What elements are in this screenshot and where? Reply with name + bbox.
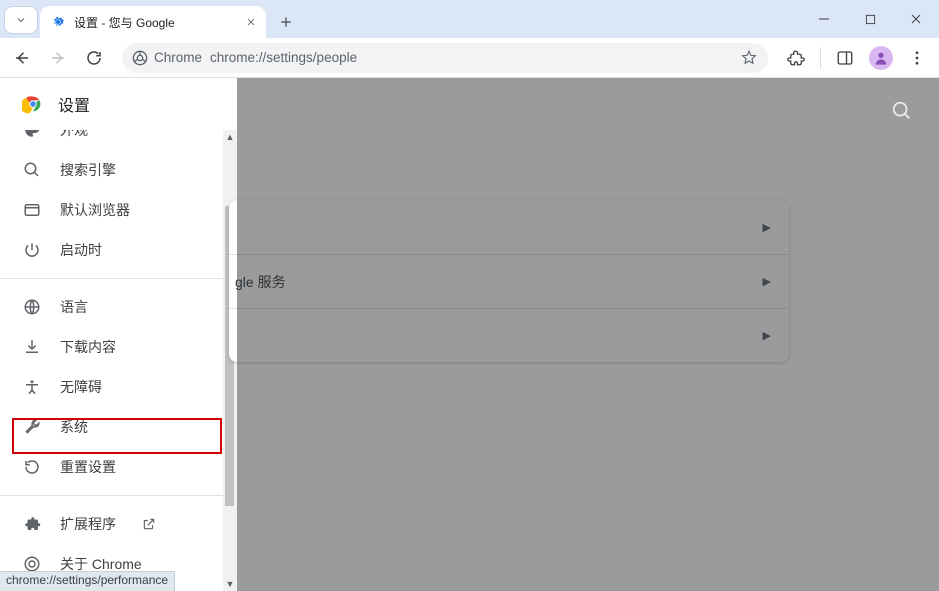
search-icon <box>891 100 913 122</box>
sidebar-item-label: 重置设置 <box>60 457 116 477</box>
status-bar: chrome://settings/performance <box>0 571 175 591</box>
chrome-logo-icon <box>22 93 44 115</box>
scroll-down-arrow-icon[interactable]: ▼ <box>223 577 237 591</box>
site-chip-label: Chrome <box>154 50 202 65</box>
plus-icon <box>279 15 293 29</box>
side-panel-icon <box>836 49 854 67</box>
extension-icon <box>22 514 42 534</box>
kebab-icon <box>908 49 926 67</box>
sidebar-item-label: 下载内容 <box>60 337 116 357</box>
site-identity-chip[interactable]: Chrome <box>132 50 202 66</box>
browser-tab[interactable]: 设置 - 您与 Google <box>40 6 266 38</box>
sidebar-item-globe[interactable]: 语言 <box>0 287 237 327</box>
star-icon <box>740 49 758 67</box>
nav-back-button[interactable] <box>6 42 38 74</box>
tabs-dropdown-button[interactable] <box>4 6 38 34</box>
window-close-button[interactable] <box>893 0 939 38</box>
power-icon <box>22 240 42 260</box>
nav-forward-button[interactable] <box>42 42 74 74</box>
window-minimize-button[interactable] <box>801 0 847 38</box>
maximize-icon <box>865 14 876 25</box>
browser-icon <box>22 200 42 220</box>
sidebar-item-label: 搜索引擎 <box>60 160 116 180</box>
restore-icon <box>22 457 42 477</box>
sidebar-item-power[interactable]: 启动时 <box>0 230 237 270</box>
chrome-menu-button[interactable] <box>901 42 933 74</box>
status-bar-text: chrome://settings/performance <box>6 573 168 587</box>
settings-header: 设置 <box>0 78 237 130</box>
sidebar-item-palette[interactable]: 外观 <box>0 130 237 150</box>
nav-separator <box>0 278 237 279</box>
side-panel-button[interactable] <box>829 42 861 74</box>
minimize-icon <box>818 13 830 25</box>
chevron-down-icon <box>15 14 27 26</box>
sidebar-item-accessibility[interactable]: 无障碍 <box>0 367 237 407</box>
reload-icon <box>85 49 103 67</box>
settings-gear-icon <box>50 14 66 30</box>
settings-sidebar: 设置 外观搜索引擎默认浏览器启动时语言下载内容无障碍系统重置设置扩展程序关于 C… <box>0 78 237 591</box>
sidebar-item-label: 外观 <box>60 130 88 140</box>
address-bar-url: chrome://settings/people <box>210 50 357 65</box>
sidebar-item-label: 无障碍 <box>60 377 102 397</box>
sidebar-item-download[interactable]: 下载内容 <box>0 327 237 367</box>
wrench-icon <box>22 417 42 437</box>
close-icon <box>910 13 922 25</box>
globe-icon <box>22 297 42 317</box>
sidebar-item-restore[interactable]: 重置设置 <box>0 447 237 487</box>
scroll-up-arrow-icon[interactable]: ▲ <box>223 130 237 144</box>
sidebar-item-extension[interactable]: 扩展程序 <box>0 504 237 544</box>
modal-backdrop <box>237 78 939 591</box>
close-icon <box>246 17 256 27</box>
tab-title: 设置 - 您与 Google <box>74 14 175 31</box>
sidebar-item-label: 启动时 <box>60 240 102 260</box>
download-icon <box>22 337 42 357</box>
settings-search-button[interactable] <box>891 100 913 122</box>
arrow-right-icon <box>49 49 67 67</box>
nav-separator <box>0 495 237 496</box>
tab-close-button[interactable] <box>244 15 258 29</box>
nav-reload-button[interactable] <box>78 42 110 74</box>
sidebar-item-label: 扩展程序 <box>60 514 116 534</box>
new-tab-button[interactable] <box>272 8 300 36</box>
sidebar-item-label: 系统 <box>60 417 88 437</box>
avatar-icon <box>869 46 893 70</box>
arrow-left-icon <box>13 49 31 67</box>
toolbar-divider <box>820 47 821 69</box>
sidebar-item-label: 默认浏览器 <box>60 200 130 220</box>
sidebar-item-search[interactable]: 搜索引擎 <box>0 150 237 190</box>
window-maximize-button[interactable] <box>847 0 893 38</box>
external-link-icon <box>142 517 156 531</box>
sidebar-item-label: 语言 <box>60 297 88 317</box>
settings-main-area: ▶ gle 服务 ▶ ▶ <box>237 78 939 591</box>
bookmark-button[interactable] <box>740 49 758 67</box>
extensions-button[interactable] <box>780 42 812 74</box>
palette-icon <box>22 130 42 140</box>
settings-title: 设置 <box>58 92 90 116</box>
extension-icon <box>787 49 805 67</box>
search-icon <box>22 160 42 180</box>
accessibility-icon <box>22 377 42 397</box>
profile-button[interactable] <box>865 42 897 74</box>
address-bar[interactable]: Chrome chrome://settings/people <box>122 43 768 73</box>
sidebar-item-browser[interactable]: 默认浏览器 <box>0 190 237 230</box>
chrome-icon <box>132 50 148 66</box>
sidebar-item-wrench[interactable]: 系统 <box>0 407 237 447</box>
